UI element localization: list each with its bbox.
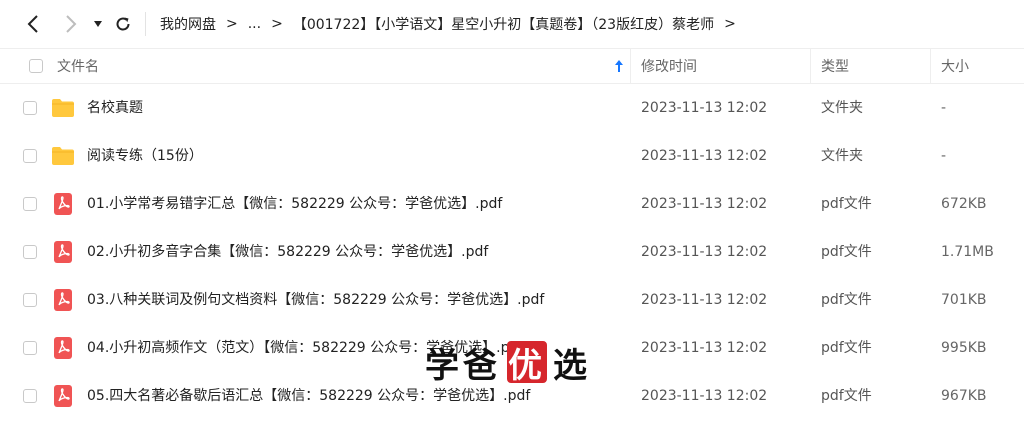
pdf-icon xyxy=(51,336,75,360)
file-row[interactable]: 名校真题 2023-11-13 12:02 文件夹 - xyxy=(0,84,1024,132)
row-checkbox[interactable] xyxy=(23,245,37,259)
select-all-checkbox[interactable] xyxy=(29,59,43,73)
file-type: pdf文件 xyxy=(821,292,872,308)
refresh-icon xyxy=(116,17,130,31)
row-checkbox[interactable] xyxy=(23,293,37,307)
file-name[interactable]: 阅读专练（15份） xyxy=(87,132,203,180)
forward-button[interactable] xyxy=(60,10,82,38)
column-header-type[interactable]: 类型 xyxy=(821,49,849,83)
row-checkbox[interactable] xyxy=(23,197,37,211)
file-size: 701KB xyxy=(941,292,987,308)
file-type: 文件夹 xyxy=(821,148,863,164)
file-type: pdf文件 xyxy=(821,388,872,404)
file-size: - xyxy=(941,100,947,116)
column-header-size[interactable]: 大小 xyxy=(941,49,969,83)
file-modified-time: 2023-11-13 12:02 xyxy=(641,292,768,308)
back-button[interactable] xyxy=(22,10,44,38)
folder-icon xyxy=(51,144,75,168)
chevron-right-icon xyxy=(66,15,77,33)
caret-down-icon xyxy=(94,21,102,27)
pdf-icon xyxy=(51,192,75,216)
watermark-text: 学爸 xyxy=(425,345,501,386)
breadcrumb-separator: > xyxy=(724,16,736,32)
file-modified-time: 2023-11-13 12:02 xyxy=(641,100,768,116)
column-header-name[interactable]: 文件名 xyxy=(57,49,99,83)
pdf-icon xyxy=(51,384,75,408)
file-modified-time: 2023-11-13 12:02 xyxy=(641,340,768,356)
breadcrumb-item-current[interactable]: 【001722】【小学语文】星空小升初【真题卷】（23版红皮）蔡老师 xyxy=(293,14,714,34)
column-divider[interactable] xyxy=(810,49,811,83)
watermark-logo: 学爸 优 选 xyxy=(425,340,591,386)
pdf-icon xyxy=(51,240,75,264)
sort-ascending-icon[interactable] xyxy=(614,59,624,73)
breadcrumb-separator: > xyxy=(271,16,283,32)
breadcrumb: 我的网盘 > ... > 【001722】【小学语文】星空小升初【真题卷】（23… xyxy=(160,0,746,48)
file-modified-time: 2023-11-13 12:02 xyxy=(641,244,768,260)
file-type: pdf文件 xyxy=(821,244,872,260)
column-header-modified[interactable]: 修改时间 xyxy=(641,49,697,83)
file-row[interactable]: 阅读专练（15份） 2023-11-13 12:02 文件夹 - xyxy=(0,132,1024,180)
pdf-icon xyxy=(51,288,75,312)
file-name[interactable]: 01.小学常考易错字汇总【微信：582229 公众号：学爸优选】.pdf xyxy=(87,180,502,228)
refresh-button[interactable] xyxy=(113,10,133,38)
column-divider[interactable] xyxy=(630,49,631,83)
file-size: - xyxy=(941,148,947,164)
file-row[interactable]: 01.小学常考易错字汇总【微信：582229 公众号：学爸优选】.pdf 2023… xyxy=(0,180,1024,228)
file-list-header: 文件名 修改时间 类型 大小 xyxy=(0,48,1024,84)
row-checkbox[interactable] xyxy=(23,149,37,163)
folder-icon xyxy=(51,96,75,120)
file-size: 995KB xyxy=(941,340,987,356)
file-row[interactable]: 02.小升初多音字合集【微信：582229 公众号：学爸优选】.pdf 2023-… xyxy=(0,228,1024,276)
file-name[interactable]: 02.小升初多音字合集【微信：582229 公众号：学爸优选】.pdf xyxy=(87,228,488,276)
file-size: 672KB xyxy=(941,196,987,212)
row-checkbox[interactable] xyxy=(23,389,37,403)
watermark-text: 选 xyxy=(553,345,591,386)
toolbar-divider xyxy=(145,12,146,36)
breadcrumb-separator: > xyxy=(226,16,238,32)
history-dropdown-button[interactable] xyxy=(91,10,105,38)
file-modified-time: 2023-11-13 12:02 xyxy=(641,148,768,164)
file-modified-time: 2023-11-13 12:02 xyxy=(641,388,768,404)
file-name[interactable]: 名校真题 xyxy=(87,84,143,132)
chevron-left-icon xyxy=(27,15,38,33)
file-type: 文件夹 xyxy=(821,100,863,116)
breadcrumb-item-ellipsis[interactable]: ... xyxy=(248,16,261,32)
file-row[interactable]: 03.八种关联词及例句文档资料【微信：582229 公众号：学爸优选】.pdf 2… xyxy=(0,276,1024,324)
row-checkbox[interactable] xyxy=(23,341,37,355)
column-divider[interactable] xyxy=(930,49,931,83)
file-modified-time: 2023-11-13 12:02 xyxy=(641,196,768,212)
navigation-bar: 我的网盘 > ... > 【001722】【小学语文】星空小升初【真题卷】（23… xyxy=(0,0,1024,48)
file-type: pdf文件 xyxy=(821,196,872,212)
file-size: 967KB xyxy=(941,388,987,404)
row-checkbox[interactable] xyxy=(23,101,37,115)
file-size: 1.71MB xyxy=(941,244,994,260)
breadcrumb-item-root[interactable]: 我的网盘 xyxy=(160,14,216,34)
watermark-seal: 优 xyxy=(507,341,547,386)
file-name[interactable]: 03.八种关联词及例句文档资料【微信：582229 公众号：学爸优选】.pdf xyxy=(87,276,544,324)
file-type: pdf文件 xyxy=(821,340,872,356)
